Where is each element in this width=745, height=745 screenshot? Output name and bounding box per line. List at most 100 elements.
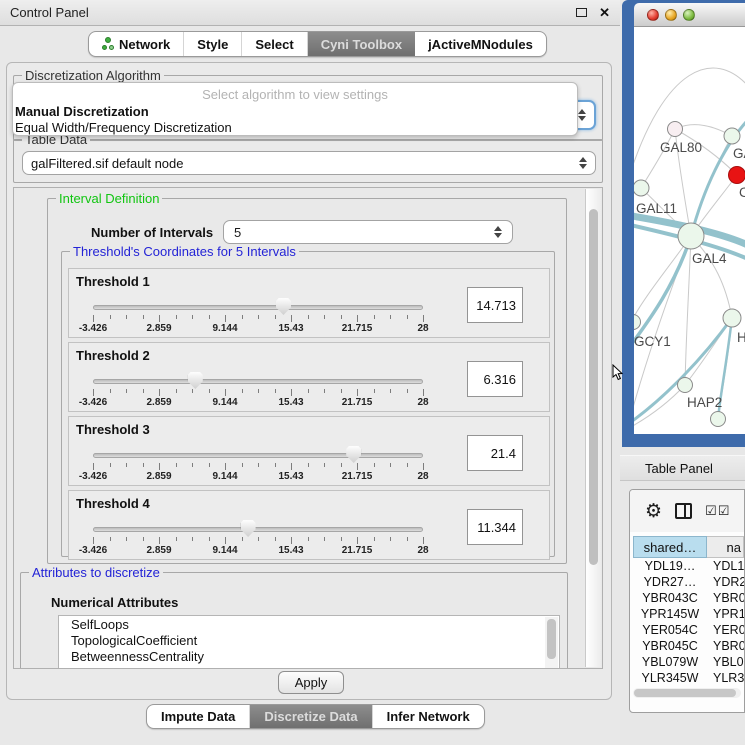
cell-shared-name[interactable]: YLR345W xyxy=(633,670,707,686)
table-row[interactable]: YBL079WYBL0 xyxy=(633,654,744,670)
network-edge-highlighted[interactable] xyxy=(634,236,691,349)
tick-mark xyxy=(324,463,325,467)
settings-scrollbar-thumb[interactable] xyxy=(589,209,598,565)
slider-track[interactable] xyxy=(93,527,423,532)
network-edge[interactable] xyxy=(634,385,685,428)
network-edge[interactable] xyxy=(685,236,691,385)
network-node-gal80[interactable] xyxy=(668,122,683,137)
column-header-name[interactable]: na xyxy=(707,536,744,558)
network-node-gcy1[interactable] xyxy=(634,315,641,330)
table-row[interactable]: YLR345WYLR3 xyxy=(633,670,744,686)
threshold-slider[interactable]: -3.4262.8599.14415.4321.71528 xyxy=(93,521,423,555)
numerical-attributes-list[interactable]: SelfLoopsTopologicalCoefficientBetweenne… xyxy=(58,615,560,669)
threshold-slider[interactable]: -3.4262.8599.14415.4321.71528 xyxy=(93,299,423,333)
slider-track[interactable] xyxy=(93,379,423,384)
threshold-slider[interactable]: -3.4262.8599.14415.4321.71528 xyxy=(93,447,423,481)
tab-jactivemnodules[interactable]: jActiveMNodules xyxy=(415,32,546,56)
cell-shared-name[interactable]: YBL079W xyxy=(633,654,707,670)
table-row[interactable]: YER054CYER0 xyxy=(633,622,744,638)
network-node-h[interactable] xyxy=(723,309,741,327)
attribute-list-item[interactable]: TopologicalCoefficient xyxy=(59,632,559,648)
slider-track[interactable] xyxy=(93,453,423,458)
network-edge[interactable] xyxy=(641,129,675,188)
cell-name[interactable]: YER0 xyxy=(707,622,744,638)
network-node-gal4[interactable] xyxy=(678,223,704,249)
network-node-gal[interactable] xyxy=(724,128,740,144)
zoom-traffic-light-icon[interactable] xyxy=(683,9,695,21)
table-row[interactable]: YDR27…YDR2 xyxy=(633,574,744,590)
threshold-value-field[interactable]: 14.713 xyxy=(467,287,523,323)
cell-shared-name[interactable]: YER054C xyxy=(633,622,707,638)
select-columns-icon[interactable]: ☑☑ xyxy=(705,504,730,519)
table-hscrollbar[interactable] xyxy=(633,688,741,698)
threshold-value-field[interactable]: 21.4 xyxy=(467,435,523,471)
cell-shared-name[interactable]: YPR145W xyxy=(633,606,707,622)
tab-select[interactable]: Select xyxy=(242,32,307,56)
gear-icon[interactable]: ⚙ xyxy=(645,502,662,521)
dropdown-placeholder-option[interactable]: Select algorithm to view settings xyxy=(13,86,577,104)
column-header-shared-name[interactable]: shared… xyxy=(633,536,707,558)
cell-name[interactable]: YDL1 xyxy=(707,558,744,574)
dropdown-option-equal-width[interactable]: Equal Width/Frequency Discretization xyxy=(13,120,577,136)
table-row[interactable]: YBR045CYBR0 xyxy=(633,638,744,654)
slider-thumb[interactable] xyxy=(346,446,361,463)
table-row[interactable]: YBR043CYBR0 xyxy=(633,590,744,606)
network-node-c[interactable] xyxy=(729,167,745,184)
cell-name[interactable]: YBL0 xyxy=(707,654,744,670)
panel-title: Control Panel xyxy=(10,5,89,20)
tab-impute-data[interactable]: Impute Data xyxy=(147,705,250,728)
tab-style[interactable]: Style xyxy=(184,32,242,56)
settings-scrollbar[interactable] xyxy=(585,189,601,667)
threshold-value-field[interactable]: 11.344 xyxy=(467,509,523,545)
slider-thumb[interactable] xyxy=(241,520,256,537)
close-icon[interactable]: ✕ xyxy=(599,6,610,19)
combo-arrows-icon xyxy=(578,109,586,121)
network-node-hap2[interactable] xyxy=(678,378,693,393)
threshold-value-field[interactable]: 6.316 xyxy=(467,361,523,397)
network-edge[interactable] xyxy=(634,68,745,177)
table-row[interactable]: YDL19…YDL1 xyxy=(633,558,744,574)
scale-label: 15.43 xyxy=(278,471,303,482)
tab-infer-network[interactable]: Infer Network xyxy=(373,705,484,728)
tab-cyni-toolbox[interactable]: Cyni Toolbox xyxy=(308,32,415,56)
minimize-traffic-light-icon[interactable] xyxy=(665,9,677,21)
table-data-group: Table Data galFiltered.sif default node xyxy=(13,139,603,183)
cell-shared-name[interactable]: YBR043C xyxy=(633,590,707,606)
tick-mark xyxy=(258,389,259,393)
cell-name[interactable]: YPR1 xyxy=(707,606,744,622)
cell-name[interactable]: YDR2 xyxy=(707,574,744,590)
split-columns-icon[interactable] xyxy=(675,503,692,519)
cell-name[interactable]: YBR0 xyxy=(707,638,744,654)
network-node[interactable] xyxy=(711,412,726,427)
network-edge[interactable] xyxy=(634,236,691,322)
tick-mark xyxy=(192,463,193,467)
cell-name[interactable]: YBR0 xyxy=(707,590,744,606)
tab-discretize-data[interactable]: Discretize Data xyxy=(250,705,372,728)
table-hscrollbar-thumb[interactable] xyxy=(634,689,736,697)
attribute-list-item[interactable]: SelfLoops xyxy=(59,616,559,632)
tick-mark xyxy=(225,537,226,544)
attributes-scrollbar-thumb[interactable] xyxy=(547,619,556,659)
cell-shared-name[interactable]: YDR27… xyxy=(633,574,707,590)
network-node-gal11[interactable] xyxy=(634,180,649,196)
table-data-combobox[interactable]: galFiltered.sif default node xyxy=(22,151,596,175)
slider-thumb[interactable] xyxy=(188,372,203,389)
table-row[interactable]: YPR145WYPR1 xyxy=(633,606,744,622)
close-traffic-light-icon[interactable] xyxy=(647,9,659,21)
network-view-window[interactable]: GAL80GALCGAL11GAL4GCY1HHAP2 xyxy=(622,0,745,447)
network-canvas[interactable]: GAL80GALCGAL11GAL4GCY1HHAP2 xyxy=(634,27,745,434)
dropdown-option-manual-discretization[interactable]: Manual Discretization xyxy=(13,104,577,120)
threshold-slider[interactable]: -3.4262.8599.14415.4321.71528 xyxy=(93,373,423,407)
cell-name[interactable]: YLR3 xyxy=(707,670,744,686)
apply-button[interactable]: Apply xyxy=(278,671,344,694)
cell-shared-name[interactable]: YBR045C xyxy=(633,638,707,654)
slider-track[interactable] xyxy=(93,305,423,310)
slider-thumb[interactable] xyxy=(276,298,291,315)
tab-network[interactable]: Network xyxy=(89,32,184,56)
float-window-icon[interactable] xyxy=(576,8,587,17)
table-toolbar: ⚙ ☑☑ xyxy=(630,490,744,532)
attribute-list-item[interactable]: BetweennessCentrality xyxy=(59,648,559,664)
cell-shared-name[interactable]: YDL19… xyxy=(633,558,707,574)
num-intervals-spinner[interactable]: 5 xyxy=(223,220,513,244)
attributes-scrollbar[interactable] xyxy=(545,617,558,669)
